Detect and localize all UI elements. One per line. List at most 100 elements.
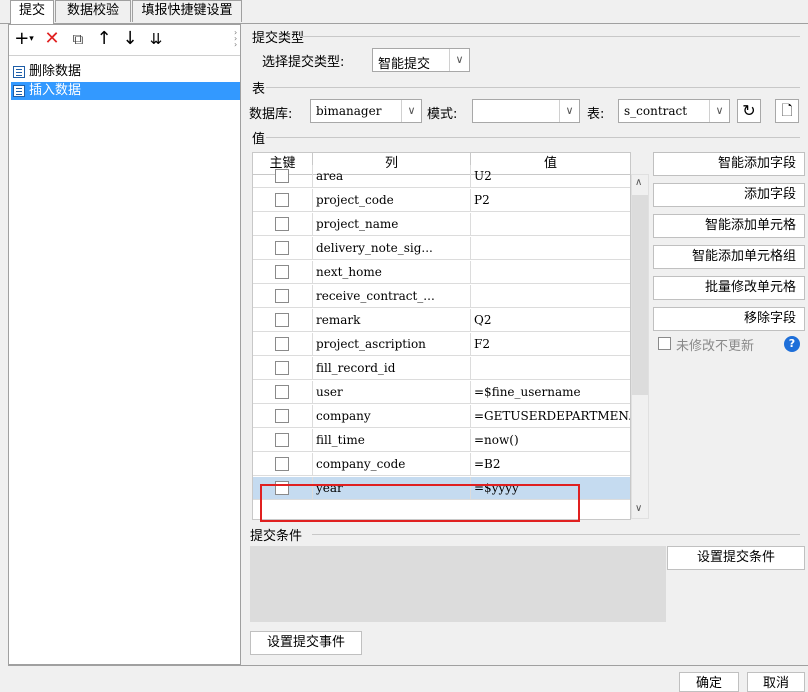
value-cell[interactable] (471, 285, 630, 307)
primary-key-checkbox[interactable] (275, 457, 289, 471)
value-cell[interactable] (471, 213, 630, 235)
value-cell[interactable]: P2 (471, 189, 630, 211)
add-icon[interactable]: +▾ (13, 29, 35, 51)
smart-add-field-button[interactable]: 智能添加字段 (653, 152, 805, 176)
value-cell[interactable]: Q2 (471, 309, 630, 331)
table-row[interactable]: fill_record_id (253, 357, 630, 380)
value-cell[interactable] (471, 357, 630, 379)
chevron-down-icon: ∨ (449, 49, 469, 71)
column-name-cell[interactable]: company (313, 405, 471, 427)
table-row[interactable]: fill_time =now() (253, 429, 630, 452)
tab-shortcut-settings[interactable]: 填报快捷键设置 (132, 0, 242, 22)
preview-icon[interactable]: 🗋 (775, 99, 799, 123)
primary-key-checkbox[interactable] (275, 289, 289, 303)
chevron-down-icon: ∨ (709, 100, 729, 122)
primary-key-checkbox[interactable] (275, 337, 289, 351)
tab-bar: 提交 数据校验 填报快捷键设置 (0, 0, 808, 24)
column-name-cell[interactable]: company_code (313, 453, 471, 475)
bottom-divider (8, 665, 808, 666)
submit-type-section-title: 提交类型 (252, 31, 305, 46)
batch-edit-cells-button[interactable]: 批量修改单元格 (653, 276, 805, 300)
primary-key-checkbox[interactable] (275, 217, 289, 231)
table-scrollbar[interactable]: ∧ ∨ (631, 174, 649, 519)
table-row[interactable]: next_home (253, 261, 630, 284)
column-name-cell[interactable]: project_name (313, 213, 471, 235)
set-event-button[interactable]: 设置提交事件 (250, 631, 362, 655)
table-row[interactable]: delivery_note_sig... (253, 237, 630, 260)
column-name-cell[interactable]: next_home (313, 261, 471, 283)
scrollbar-thumb[interactable] (632, 195, 648, 395)
cancel-button[interactable]: 取消 (747, 672, 805, 692)
table-row[interactable]: project_ascription F2 (253, 333, 630, 356)
value-cell[interactable]: F2 (471, 333, 630, 355)
no-update-checkbox[interactable] (658, 337, 671, 350)
column-name-cell[interactable]: project_code (313, 189, 471, 211)
help-icon[interactable]: ? (784, 336, 800, 352)
primary-key-checkbox[interactable] (275, 241, 289, 255)
primary-key-checkbox[interactable] (275, 361, 289, 375)
value-cell[interactable]: =GETUSERDEPARTMEN... (471, 405, 630, 427)
column-name-cell[interactable]: delivery_note_sig... (313, 237, 471, 259)
value-cell[interactable] (471, 237, 630, 259)
copy-icon[interactable]: ⧉ (67, 29, 89, 51)
value-cell[interactable]: =now() (471, 429, 630, 451)
column-name-cell[interactable]: project_ascription (313, 333, 471, 355)
value-cell[interactable]: =B2 (471, 453, 630, 475)
value-cell[interactable]: =$yyyy (471, 477, 630, 499)
primary-key-checkbox[interactable] (275, 169, 289, 183)
value-cell[interactable]: =$fine_username (471, 381, 630, 403)
table-row[interactable]: receive_contract_... (253, 285, 630, 308)
column-name-cell[interactable]: receive_contract_... (313, 285, 471, 307)
primary-key-checkbox[interactable] (275, 385, 289, 399)
primary-key-checkbox[interactable] (275, 313, 289, 327)
delete-icon[interactable]: ✕ (41, 29, 63, 51)
chevron-down-icon[interactable]: ∨ (635, 503, 642, 514)
primary-key-cell (253, 189, 313, 211)
primary-key-checkbox[interactable] (275, 409, 289, 423)
primary-key-checkbox[interactable] (275, 193, 289, 207)
column-name-cell[interactable]: user (313, 381, 471, 403)
primary-key-checkbox[interactable] (275, 265, 289, 279)
tab-submit[interactable]: 提交 (10, 0, 54, 24)
mode-select[interactable]: ∨ (472, 99, 580, 123)
table-select[interactable]: s_contract ∨ (618, 99, 730, 123)
refresh-icon[interactable]: ↻ (737, 99, 761, 123)
smart-add-cell-button[interactable]: 智能添加单元格 (653, 214, 805, 238)
column-name-cell[interactable]: remark (313, 309, 471, 331)
value-cell[interactable] (471, 261, 630, 283)
table-row[interactable]: area U2 (253, 165, 630, 188)
table-row[interactable]: company_code =B2 (253, 453, 630, 476)
table-row[interactable]: user =$fine_username (253, 381, 630, 404)
ok-button[interactable]: 确定 (679, 672, 739, 692)
submit-type-select[interactable]: 智能提交 ∨ (372, 48, 470, 72)
list-item-delete-data[interactable]: 删除数据 (11, 63, 240, 81)
table-row[interactable]: project_name (253, 213, 630, 236)
table-row[interactable]: year =$yyyy (253, 477, 630, 500)
value-cell[interactable]: U2 (471, 165, 630, 187)
column-name-cell[interactable]: year (313, 477, 471, 499)
primary-key-checkbox[interactable] (275, 433, 289, 447)
list-item-insert-data[interactable]: 插入数据 (11, 82, 240, 100)
database-select[interactable]: bimanager ∨ (310, 99, 422, 123)
primary-key-checkbox[interactable] (275, 481, 289, 495)
table-row[interactable]: company =GETUSERDEPARTMEN... (253, 405, 630, 428)
set-condition-button[interactable]: 设置提交条件 (667, 546, 805, 570)
table-row[interactable]: project_code P2 (253, 189, 630, 212)
smart-add-cell-group-button[interactable]: 智能添加单元格组 (653, 245, 805, 269)
tab-data-validation[interactable]: 数据校验 (55, 0, 131, 22)
column-name-cell[interactable]: area (313, 165, 471, 187)
primary-key-cell (253, 237, 313, 259)
add-field-button[interactable]: 添加字段 (653, 183, 805, 207)
sort-icon[interactable]: ⇊ (145, 29, 167, 51)
remove-field-button[interactable]: 移除字段 (653, 307, 805, 331)
move-up-icon[interactable]: ↑ (93, 29, 115, 51)
primary-key-cell (253, 381, 313, 403)
no-update-label: 未修改不更新 (676, 339, 755, 354)
primary-key-cell (253, 453, 313, 475)
splitter-grip[interactable]: › › › (234, 29, 240, 50)
chevron-up-icon[interactable]: ∧ (635, 177, 642, 188)
column-name-cell[interactable]: fill_time (313, 429, 471, 451)
table-row[interactable]: remark Q2 (253, 309, 630, 332)
column-name-cell[interactable]: fill_record_id (313, 357, 471, 379)
move-down-icon[interactable]: ↓ (119, 29, 141, 51)
